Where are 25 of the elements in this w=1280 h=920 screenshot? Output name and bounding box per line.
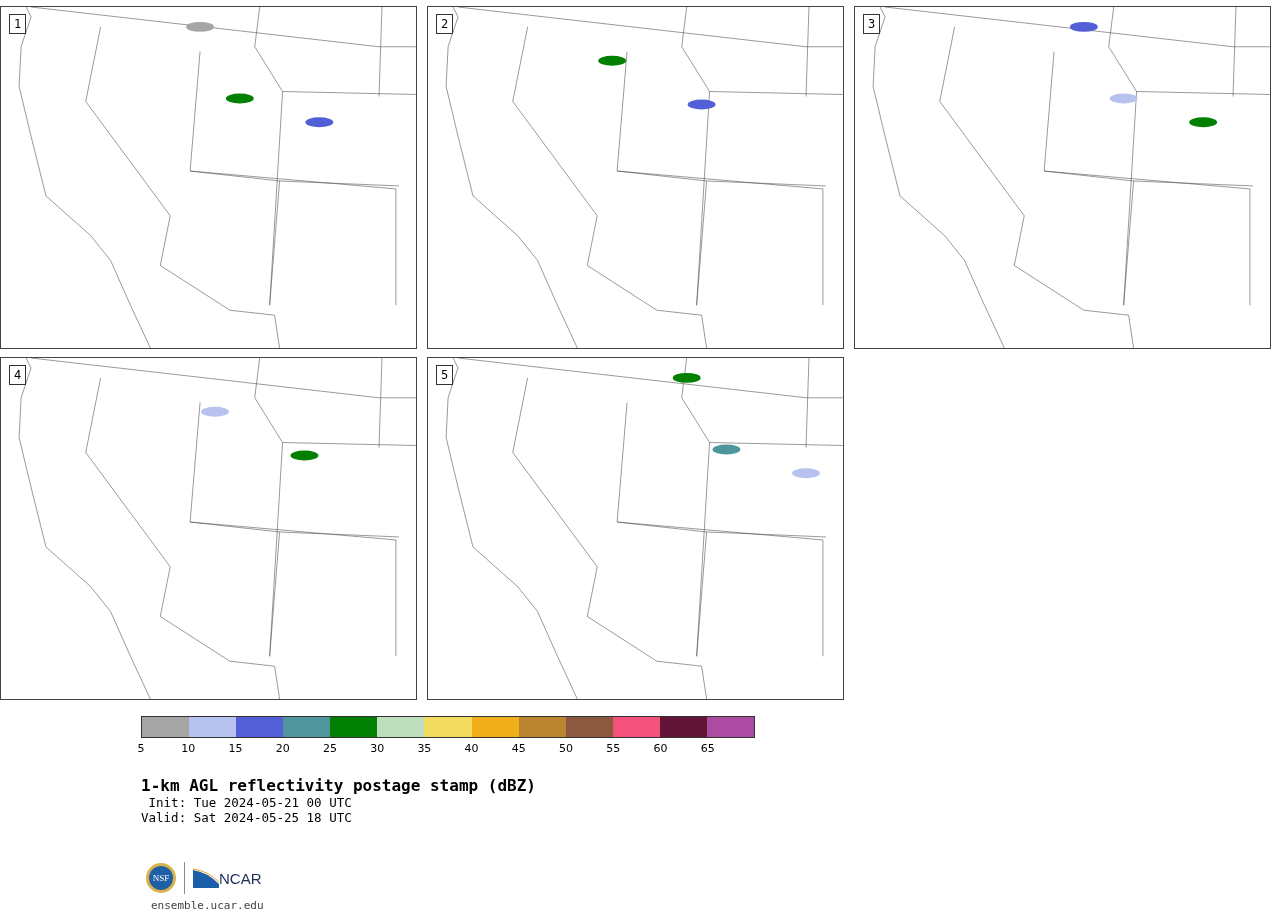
panel-number: 4	[9, 365, 27, 385]
tick-label: 35	[417, 742, 432, 755]
ncar-logo: NCAR	[219, 869, 262, 887]
panel-number: 2	[436, 14, 454, 34]
tick-label: 40	[464, 742, 479, 755]
tick-label: 60	[653, 742, 668, 755]
tick-label: 45	[511, 742, 526, 755]
panel-number: 5	[436, 365, 454, 385]
init-time: Init: Tue 2024-05-21 00 UTC	[147, 795, 353, 810]
panel-number: 3	[863, 14, 881, 34]
chart-title: 1-km AGL reflectivity postage stamp (dBZ)	[141, 776, 537, 795]
valid-time: Valid: Sat 2024-05-25 18 UTC	[141, 810, 353, 825]
tick-label: 10	[181, 742, 196, 755]
panel-number: 1	[9, 14, 27, 34]
tick-label: 55	[606, 742, 621, 755]
wave-icon	[193, 868, 219, 888]
tick-label: 50	[559, 742, 574, 755]
nsf-logo: NSF	[146, 863, 176, 893]
tick-label: 5	[137, 742, 145, 755]
tick-label: 20	[275, 742, 290, 755]
tick-label: 30	[370, 742, 385, 755]
website-url: ensemble.ucar.edu	[151, 899, 265, 912]
tick-label: 65	[700, 742, 715, 755]
tick-label: 15	[228, 742, 243, 755]
tick-label: 25	[322, 742, 337, 755]
